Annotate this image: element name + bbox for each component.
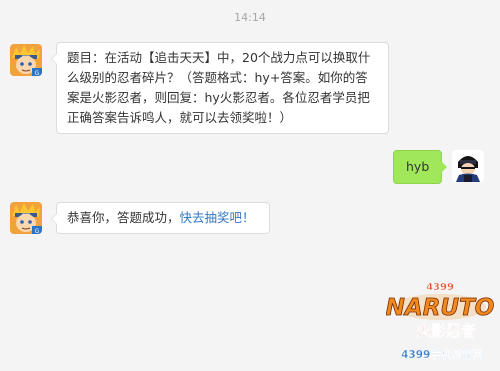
bot-message-bubble-question: 题目：在活动【追击天天】中，20个战力点可以换取什么级别的忍者碎片？（答题格式：… (51, 42, 389, 134)
draw-prize-link[interactable]: 快去抽奖吧！ (180, 210, 255, 225)
bot-message-bubble-success: 恭喜你，答题成功，快去抽奖吧！ (51, 202, 270, 234)
ninja-avatar-icon[interactable] (452, 150, 484, 182)
naruto-4399-watermark-logo: 4399 NARUTO 火影忍者 4399手机游戏网 (385, 279, 494, 365)
watermark-number: 4399 (426, 282, 454, 293)
watermark-logo-text: NARUTO (386, 295, 494, 321)
watermark-site: 4399手机游戏网 (401, 348, 483, 361)
user-message-text: hyb (406, 159, 430, 174)
svg-text:G: G (35, 70, 40, 76)
bot-message-text: 题目：在活动【追击天天】中，20个战力点可以换取什么级别的忍者碎片？（答题格式：… (67, 50, 371, 125)
bot-message-text: 恭喜你，答题成功， (67, 210, 180, 225)
svg-text:G: G (35, 228, 40, 234)
user-message-bubble: hyb (393, 150, 447, 184)
naruto-avatar-icon[interactable]: G (10, 202, 42, 234)
watermark-subtitle: 火影忍者 (416, 322, 476, 340)
naruto-avatar-icon[interactable]: G (10, 44, 42, 76)
chat-timestamp: 14:14 (234, 11, 266, 24)
